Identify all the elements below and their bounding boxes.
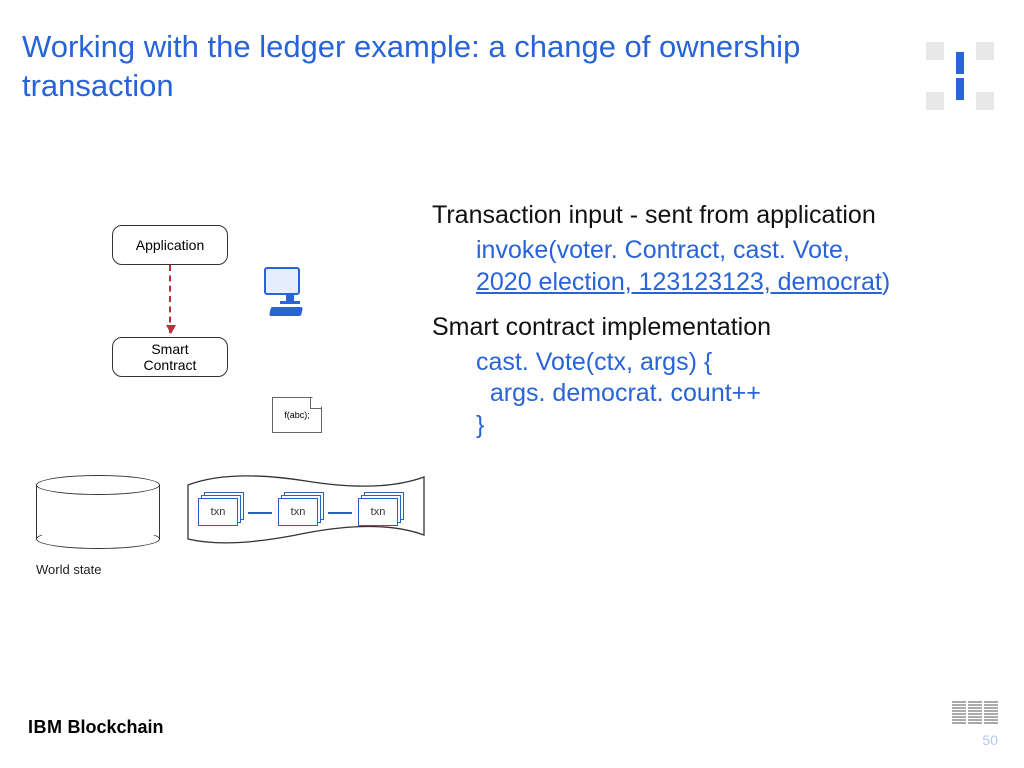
- database-cylinder-icon: [36, 475, 160, 549]
- transaction-block: txn: [358, 498, 402, 530]
- txn-label: txn: [371, 506, 386, 518]
- txn-label: txn: [211, 506, 226, 518]
- invoke-args: 2020 election, 123123123, democrat: [476, 268, 882, 296]
- application-label: Application: [136, 237, 205, 253]
- arrow-down-icon: [169, 265, 171, 333]
- code-block: cast. Vote(ctx, args) { args. democrat. …: [476, 347, 1004, 441]
- code-note-text: f(abc);: [284, 410, 310, 420]
- code-line-3: }: [476, 410, 1004, 441]
- chain-link-icon: [248, 512, 272, 514]
- footer-ibm: IBM: [28, 717, 63, 737]
- code-line-1: cast. Vote(ctx, args) {: [476, 347, 1004, 378]
- diagram-area: Application Smart Contract f(abc);: [112, 225, 432, 377]
- world-state-label: World state: [36, 562, 102, 577]
- corner-graphic-icon: [926, 42, 994, 110]
- application-box: Application: [112, 225, 228, 265]
- txn-label: txn: [291, 506, 306, 518]
- invoke-line: invoke(voter. Contract, cast. Vote, 2020…: [476, 235, 1004, 298]
- smart-contract-box: Smart Contract: [112, 337, 228, 377]
- heading-transaction-input: Transaction input - sent from applicatio…: [432, 200, 1004, 231]
- code-line-2: args. democrat. count++: [476, 378, 1004, 409]
- page-number: 50: [982, 732, 998, 748]
- slide-title: Working with the ledger example: a chang…: [22, 28, 862, 106]
- smart-contract-label: Smart Contract: [144, 341, 197, 373]
- invoke-prefix: invoke(voter. Contract, cast. Vote,: [476, 236, 850, 264]
- computer-icon: [264, 267, 316, 315]
- invoke-suffix: ): [882, 268, 890, 296]
- footer-brand: IBM Blockchain: [28, 717, 164, 738]
- ibm-logo-icon: [952, 701, 998, 724]
- heading-smart-contract-impl: Smart contract implementation: [432, 312, 1004, 343]
- transaction-block: txn: [278, 498, 322, 530]
- chain-link-icon: [328, 512, 352, 514]
- footer-blockchain: Blockchain: [63, 717, 164, 737]
- transaction-block: txn: [198, 498, 242, 530]
- code-note-icon: f(abc);: [272, 397, 322, 433]
- content-text: Transaction input - sent from applicatio…: [432, 200, 1004, 455]
